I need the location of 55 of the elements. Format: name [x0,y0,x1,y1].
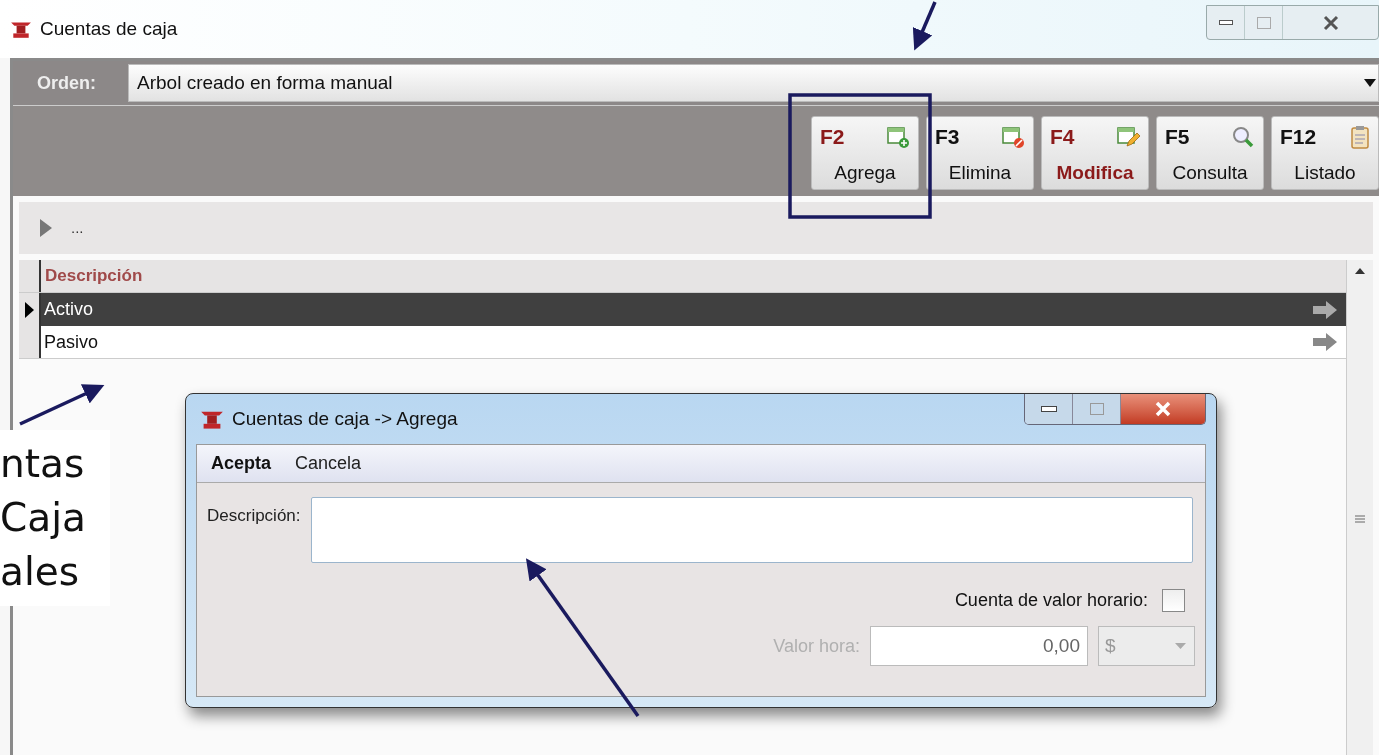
close-button[interactable] [1121,394,1205,424]
toolbar-button[interactable]: F5 Consulta [1156,116,1264,190]
window-title: Cuentas de caja [40,16,178,41]
checkbox-label: Cuenta de valor horario: [954,589,1148,612]
button-label: Listado [1294,160,1356,185]
close-icon [1321,14,1340,31]
document-plus-icon [886,124,910,149]
toolbar-button[interactable]: F4 Modifica [1041,116,1149,190]
dropdown-arrow-icon [1175,643,1186,649]
order-label: Orden: [36,71,97,95]
button-label: Elimina [948,160,1012,185]
hourly-checkbox[interactable] [1162,589,1185,612]
scroll-up-icon[interactable] [1355,268,1365,274]
shortcut-key: F3 [935,121,960,153]
table-cell-text: Pasivo [43,330,99,354]
row-header[interactable] [19,326,41,358]
dropdown-arrow-icon [1364,79,1376,87]
annotation-arrow [912,1,937,51]
row-pointer-icon [24,301,34,318]
field-label: Descripción: [207,505,301,527]
table-row[interactable]: Pasivo [19,326,1346,359]
shortcut-key: F5 [1165,121,1190,153]
search-icon [1231,124,1255,149]
shortcut-key: F12 [1280,121,1317,153]
document-pencil-icon [1116,124,1140,149]
toolbar-button[interactable]: F3 Elimina [926,116,1034,190]
field-label: Valor hora: [773,634,860,658]
play-icon[interactable] [39,218,53,238]
toolbar-button[interactable]: F12 Listado [1271,116,1379,190]
callout-text: ales [0,548,81,596]
grip-icon [1355,514,1365,524]
table-row[interactable]: Activo [19,293,1346,326]
button-label: Modifica [1056,160,1134,185]
document-delete-icon [1001,124,1025,149]
scrollbar[interactable] [1346,260,1373,755]
order-dropdown[interactable]: Arbol creado en forma manual [128,64,1379,102]
menu-item[interactable]: Cancela [295,450,362,477]
arrow-right-icon[interactable] [1312,333,1338,351]
table-cell-text: Activo [43,298,94,321]
description-field[interactable] [310,497,1193,563]
toolbar-button[interactable]: F2 Agrega [811,116,919,190]
shortcut-key: F2 [820,121,845,153]
clipboard-icon [1350,124,1370,149]
callout-text: ntas [0,440,86,488]
button-label: Agrega [834,160,896,185]
close-icon [1154,401,1172,417]
arrow-right-icon[interactable] [1312,300,1338,319]
minimize-button[interactable] [1025,394,1073,424]
breadcrumb-text: ... [71,217,84,238]
dialog-title: Cuentas de caja -> Agrega [232,406,458,431]
row-header[interactable] [19,293,41,326]
button-label: Consulta [1172,160,1248,185]
menu-item[interactable]: Acepta [211,450,272,477]
callout-text: Caja [0,494,87,542]
shortcut-key: F4 [1050,121,1075,153]
